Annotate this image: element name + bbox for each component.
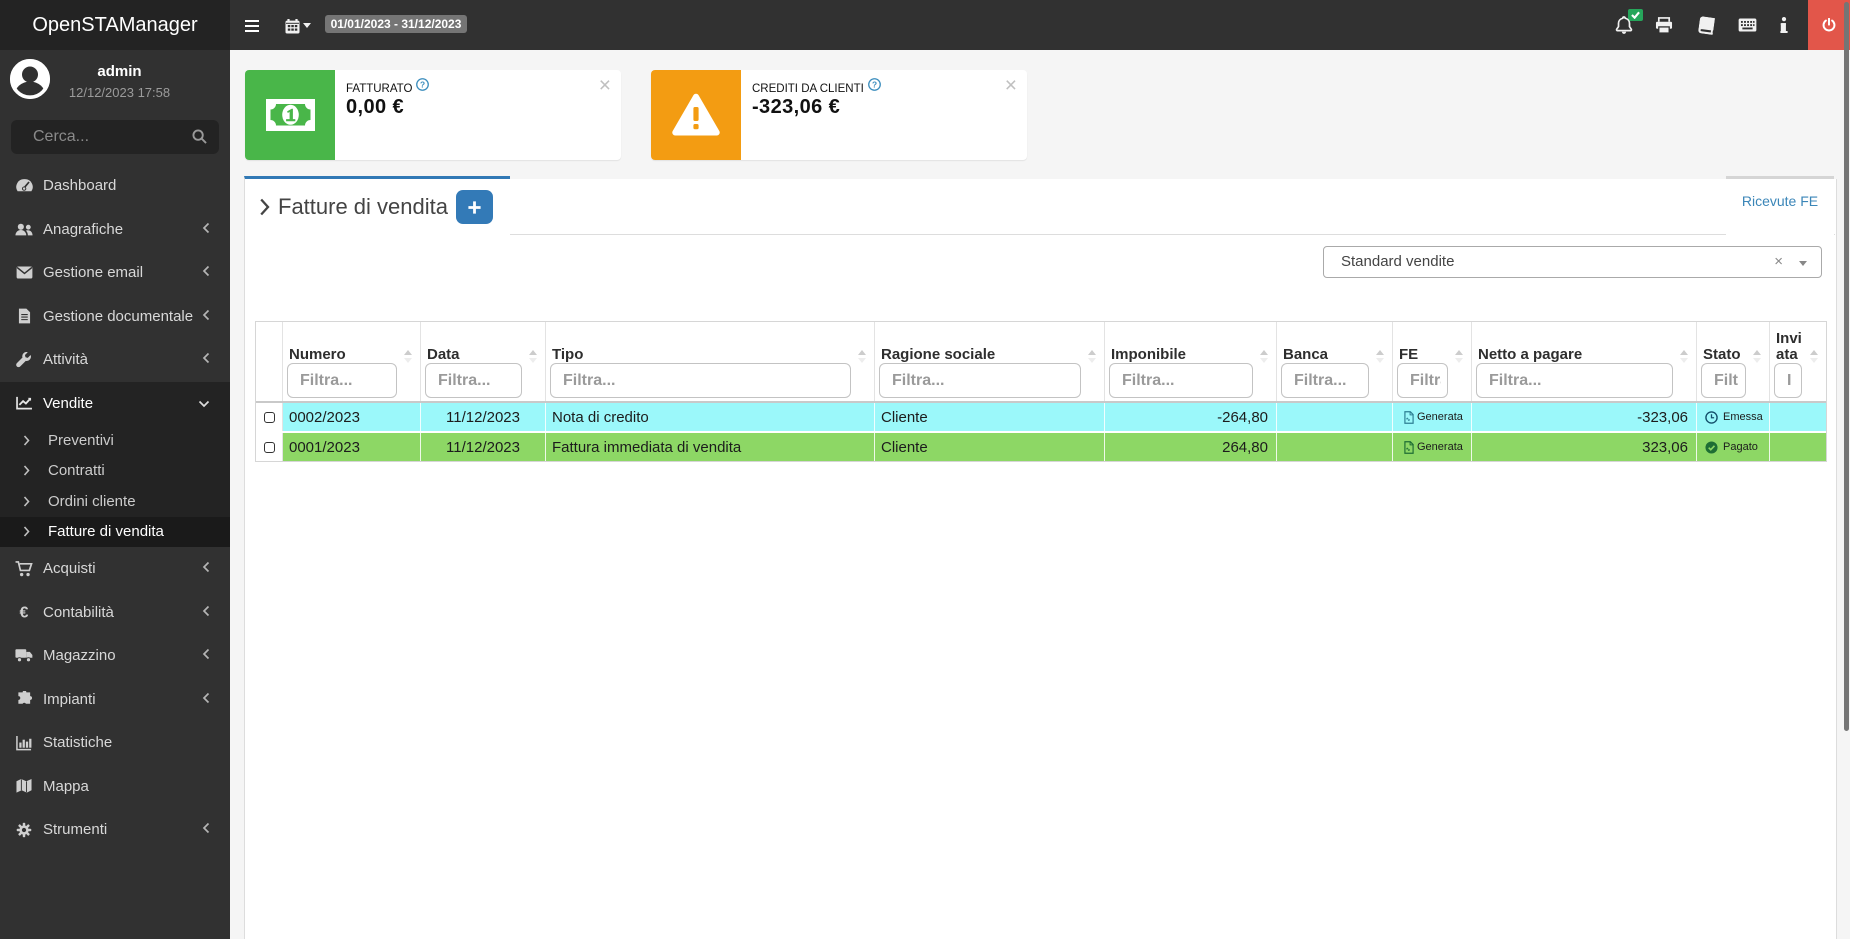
svg-text:€: €: [20, 605, 29, 621]
svg-text:?: ?: [872, 80, 877, 90]
svg-text:?: ?: [420, 80, 425, 90]
